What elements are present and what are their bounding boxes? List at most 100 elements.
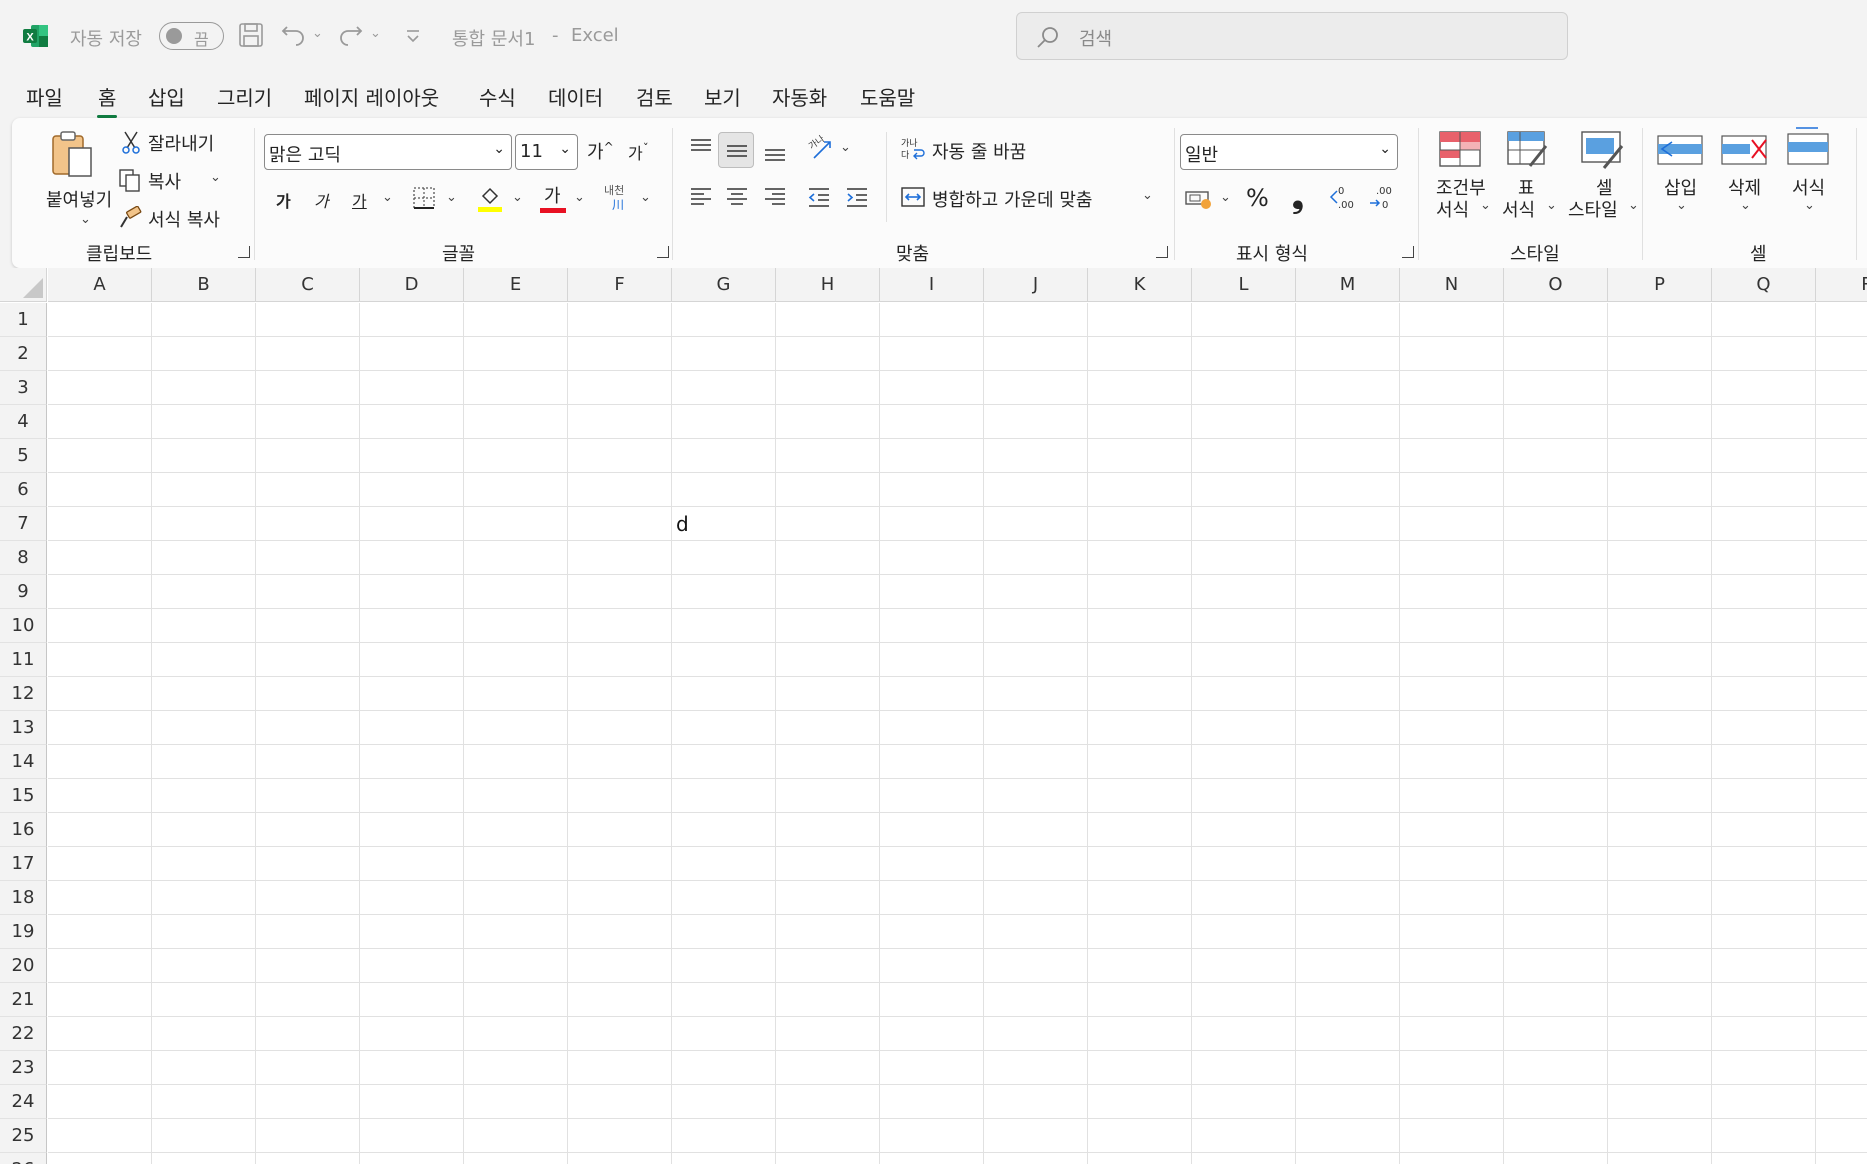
row-header[interactable]: 21 <box>0 983 47 1017</box>
row-header[interactable]: 25 <box>0 1119 47 1153</box>
tab-data[interactable]: 데이터 <box>548 82 603 111</box>
copy-button[interactable]: 복사 <box>148 168 181 194</box>
undo-icon[interactable] <box>278 21 308 49</box>
font-color-dropdown-icon[interactable]: ⌄ <box>574 190 585 205</box>
row-header[interactable]: 11 <box>0 643 47 677</box>
redo-dropdown-icon[interactable]: ⌄ <box>370 26 381 41</box>
row-header[interactable]: 24 <box>0 1085 47 1119</box>
row-header[interactable]: 18 <box>0 881 47 915</box>
phonetic-dropdown-icon[interactable]: ⌄ <box>640 190 651 205</box>
paste-dropdown-icon[interactable]: ⌄ <box>80 212 91 227</box>
align-center-icon[interactable] <box>724 184 750 210</box>
grow-font-button[interactable]: 가^ <box>587 138 614 164</box>
column-header[interactable]: I <box>880 268 984 302</box>
cut-button[interactable]: 잘라내기 <box>148 130 214 156</box>
column-header[interactable]: L <box>1192 268 1296 302</box>
column-header[interactable]: C <box>256 268 360 302</box>
row-header[interactable]: 16 <box>0 813 47 847</box>
tab-page-layout[interactable]: 페이지 레이아웃 <box>304 82 439 111</box>
row-header[interactable]: 1 <box>0 303 47 337</box>
column-header[interactable]: K <box>1088 268 1192 302</box>
decrease-decimal-icon[interactable]: .00 0 <box>1368 184 1396 212</box>
conditional-formatting-button[interactable]: 조건부 서식 ⌄ <box>1426 130 1492 240</box>
align-top-icon[interactable] <box>688 136 714 162</box>
accounting-dropdown-icon[interactable]: ⌄ <box>1220 190 1231 205</box>
underline-dropdown-icon[interactable]: ⌄ <box>382 190 393 205</box>
alignment-launcher-icon[interactable] <box>1156 246 1168 258</box>
tab-help[interactable]: 도움말 <box>860 82 915 111</box>
tab-view[interactable]: 보기 <box>704 82 741 111</box>
format-cells-button[interactable]: 서식 ⌄ <box>1782 126 1838 240</box>
align-right-icon[interactable] <box>762 184 788 210</box>
row-header[interactable]: 13 <box>0 711 47 745</box>
paste-button[interactable]: 붙여넣기 ⌄ <box>30 126 112 236</box>
comma-style-button[interactable]: ❟ <box>1292 180 1304 215</box>
percent-style-button[interactable]: % <box>1246 184 1269 212</box>
decrease-indent-icon[interactable] <box>806 184 832 210</box>
row-header[interactable]: 3 <box>0 371 47 405</box>
phonetic-button[interactable]: 내천 川 <box>604 182 634 214</box>
column-header[interactable]: Q <box>1712 268 1816 302</box>
tab-formulas[interactable]: 수식 <box>479 82 516 111</box>
column-header[interactable]: G <box>672 268 776 302</box>
increase-indent-icon[interactable] <box>844 184 870 210</box>
autosave-toggle[interactable]: 끔 <box>159 22 224 50</box>
row-header[interactable]: 23 <box>0 1051 47 1085</box>
row-header[interactable]: 5 <box>0 439 47 473</box>
undo-dropdown-icon[interactable]: ⌄ <box>312 26 323 41</box>
column-header[interactable]: R <box>1816 268 1867 302</box>
clipboard-launcher-icon[interactable] <box>238 246 250 258</box>
increase-decimal-icon[interactable]: 0 .00 <box>1328 184 1356 212</box>
column-header[interactable]: O <box>1504 268 1608 302</box>
column-header[interactable]: H <box>776 268 880 302</box>
row-header[interactable]: 8 <box>0 541 47 575</box>
row-header[interactable]: 12 <box>0 677 47 711</box>
orientation-icon[interactable]: 가나 <box>806 134 836 162</box>
fill-color-dropdown-icon[interactable]: ⌄ <box>512 190 523 205</box>
column-header[interactable]: D <box>360 268 464 302</box>
column-header[interactable]: E <box>464 268 568 302</box>
column-header[interactable]: N <box>1400 268 1504 302</box>
tab-insert[interactable]: 삽입 <box>148 82 185 111</box>
orientation-dropdown-icon[interactable]: ⌄ <box>840 140 851 155</box>
fill-color-icon[interactable] <box>476 184 504 212</box>
align-bottom-icon[interactable] <box>762 138 788 164</box>
align-middle-button[interactable] <box>718 132 754 168</box>
cell-g7[interactable]: d <box>676 512 689 536</box>
number-format-combo[interactable]: 일반 ⌄ <box>1180 134 1398 170</box>
redo-icon[interactable] <box>336 21 366 49</box>
customize-qat-icon[interactable] <box>398 21 428 49</box>
tab-home[interactable]: 홈 <box>96 82 118 118</box>
font-launcher-icon[interactable] <box>657 246 669 258</box>
row-header[interactable]: 15 <box>0 779 47 813</box>
row-header[interactable]: 20 <box>0 949 47 983</box>
merge-dropdown-icon[interactable]: ⌄ <box>1142 188 1153 203</box>
borders-icon[interactable] <box>412 186 436 210</box>
column-header[interactable]: M <box>1296 268 1400 302</box>
search-box[interactable]: 검색 <box>1016 12 1568 60</box>
row-header[interactable]: 19 <box>0 915 47 949</box>
align-left-icon[interactable] <box>688 184 714 210</box>
row-header[interactable]: 22 <box>0 1017 47 1051</box>
shrink-font-button[interactable]: 가ˇ <box>628 140 649 164</box>
delete-cells-button[interactable]: 삭제 ⌄ <box>1718 130 1774 240</box>
column-header[interactable]: P <box>1608 268 1712 302</box>
column-header[interactable]: B <box>152 268 256 302</box>
row-header[interactable]: 4 <box>0 405 47 439</box>
tab-automate[interactable]: 자동화 <box>772 82 827 111</box>
row-header[interactable]: 10 <box>0 609 47 643</box>
format-as-table-button[interactable]: 표 서식 ⌄ <box>1496 130 1558 240</box>
font-color-button[interactable]: 가 <box>540 182 568 214</box>
italic-button[interactable]: 가 <box>314 188 329 212</box>
column-header[interactable]: F <box>568 268 672 302</box>
column-header[interactable]: A <box>48 268 152 302</box>
cell-grid[interactable] <box>48 303 1867 1164</box>
insert-cells-button[interactable]: 삽입 ⌄ <box>1654 130 1710 240</box>
copy-dropdown-icon[interactable]: ⌄ <box>210 170 221 185</box>
accounting-format-icon[interactable] <box>1184 186 1214 212</box>
tab-review[interactable]: 검토 <box>636 82 673 111</box>
tab-draw[interactable]: 그리기 <box>217 82 272 111</box>
row-header[interactable]: 26 <box>0 1153 47 1164</box>
select-all-button[interactable] <box>0 268 47 302</box>
format-painter-button[interactable]: 서식 복사 <box>148 206 220 232</box>
